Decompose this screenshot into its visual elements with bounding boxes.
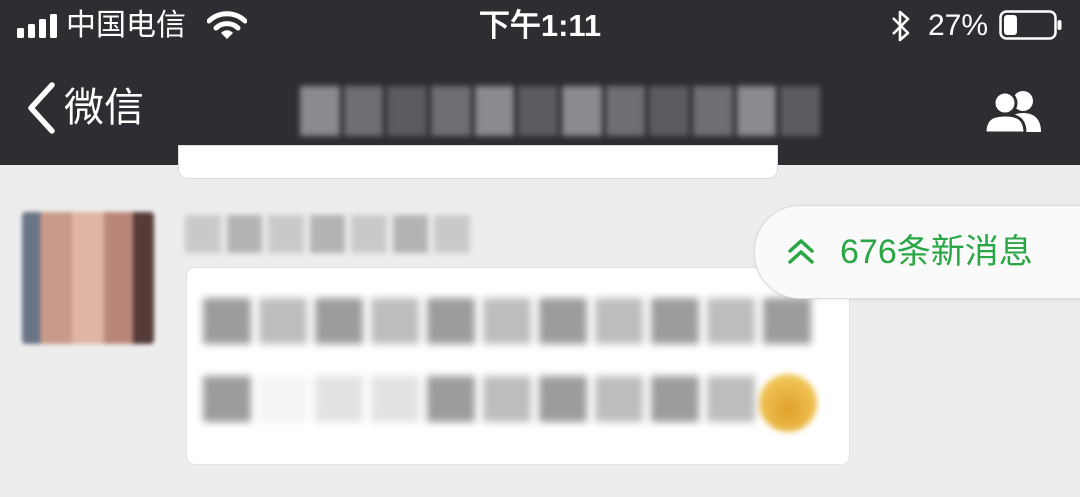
wifi-icon <box>207 11 247 39</box>
battery-icon <box>999 10 1062 40</box>
message-text-redacted <box>203 376 755 422</box>
double-chevron-up-icon <box>788 239 814 264</box>
sender-avatar[interactable] <box>22 212 154 344</box>
message-bubble[interactable] <box>187 268 849 464</box>
new-messages-label: 676条新消息 <box>840 233 1033 271</box>
status-bar: 中国电信 下午1:11 27% <box>0 0 1080 52</box>
back-button[interactable]: 微信 <box>24 78 144 138</box>
sender-name-redacted <box>185 215 471 253</box>
emoji-icon <box>759 374 817 432</box>
message-text-redacted <box>203 298 811 344</box>
battery-percent: 27% <box>928 9 989 42</box>
carrier-name: 中国电信 <box>66 9 186 42</box>
new-messages-button[interactable]: 676条新消息 <box>754 205 1080 299</box>
group-members-icon[interactable] <box>983 88 1047 134</box>
chat-title-redacted <box>300 86 821 136</box>
back-label: 微信 <box>64 86 144 130</box>
bluetooth-icon <box>892 10 910 42</box>
signal-icon <box>17 14 57 38</box>
previous-message-bubble <box>178 145 778 179</box>
clock-time: 下午1:11 <box>478 8 602 43</box>
chevron-left-icon <box>28 82 55 134</box>
